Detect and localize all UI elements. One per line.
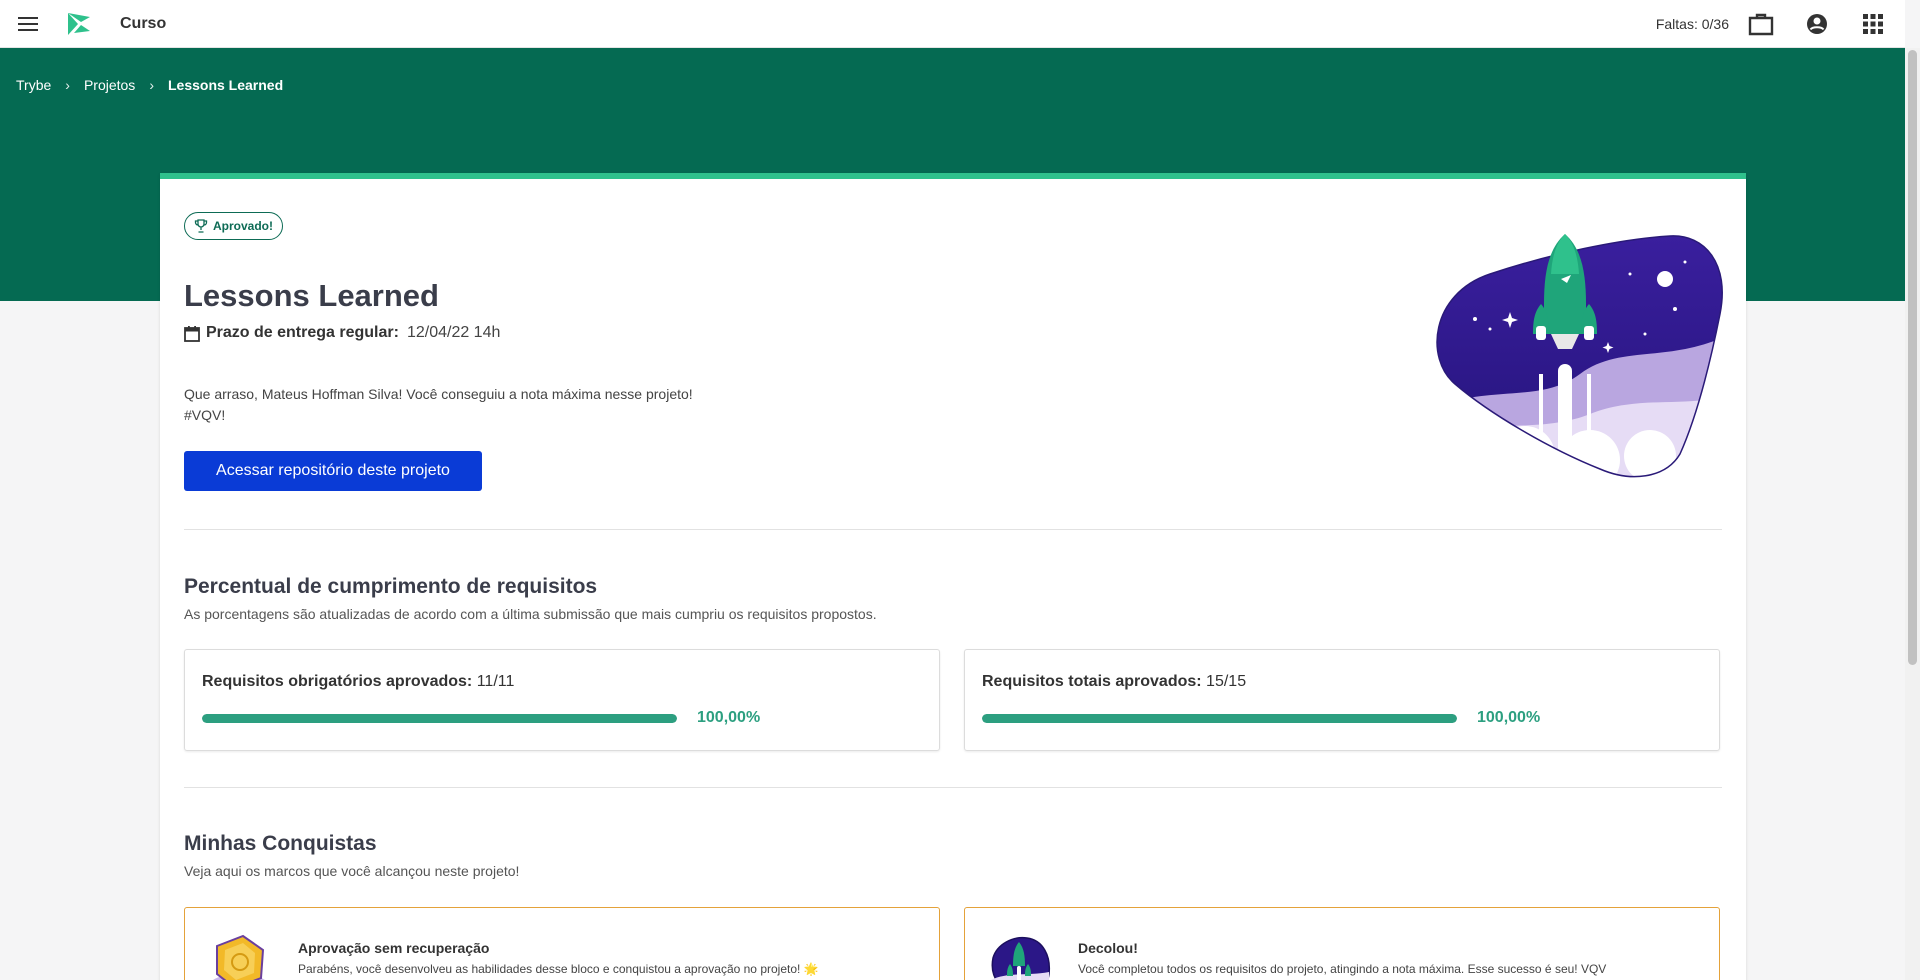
requirements-section-title: Percentual de cumprimento de requisitos xyxy=(184,575,598,598)
achievement-card[interactable]: Aprovação sem recuperação Parabéns, você… xyxy=(184,907,940,980)
apps-grid-icon[interactable] xyxy=(1859,10,1887,38)
page-title: Lessons Learned xyxy=(184,278,439,313)
mandatory-requirements-title: Requisitos obrigatórios aprovados: xyxy=(202,673,473,690)
status-badge: Aprovado! xyxy=(184,212,283,240)
mandatory-requirements-card: Requisitos obrigatórios aprovados: 11/11… xyxy=(184,649,940,751)
rocket-illustration xyxy=(1436,234,1723,478)
breadcrumb-separator: › xyxy=(149,77,154,93)
achievement-description: Você completou todos os requisitos do pr… xyxy=(1078,962,1607,976)
section-divider xyxy=(184,787,1722,788)
total-requirements-card: Requisitos totais aprovados: 15/15 100,0… xyxy=(964,649,1720,751)
deadline-row: Prazo de entrega regular: 12/04/22 14h xyxy=(184,324,500,342)
medal-icon xyxy=(213,934,265,980)
requirements-section-subtitle: As porcentagens são atualizadas de acord… xyxy=(184,606,877,622)
breadcrumb-current: Lessons Learned xyxy=(167,77,284,93)
achievement-description: Parabéns, você desenvolveu as habilidade… xyxy=(298,962,819,976)
deadline-label: Prazo de entrega regular: xyxy=(206,324,399,341)
achievement-title: Decolou! xyxy=(1078,940,1138,956)
total-requirements-title: Requisitos totais aprovados: xyxy=(982,673,1202,690)
top-bar: Curso Faltas: 0/36 xyxy=(0,0,1905,48)
calendar-icon xyxy=(184,325,200,342)
total-requirements-progress-fill xyxy=(982,714,1457,723)
achievements-section-title: Minhas Conquistas xyxy=(184,832,377,855)
mandatory-requirements-percent: 100,00% xyxy=(697,709,761,726)
repository-button[interactable]: Acessar repositório deste projeto xyxy=(184,451,482,491)
deadline-value: 12/04/22 14h xyxy=(406,324,501,341)
congrats-line-1: Que arraso, Mateus Hoffman Silva! Você c… xyxy=(184,386,693,402)
trophy-icon xyxy=(194,219,208,233)
rocket-badge-icon xyxy=(991,936,1051,980)
achievement-card[interactable]: Decolou! Você completou todos os requisi… xyxy=(964,907,1720,980)
section-divider xyxy=(184,529,1722,530)
total-requirements-label: Requisitos totais aprovados: 15/15 xyxy=(982,673,1246,691)
total-requirements-percent: 100,00% xyxy=(1477,709,1541,726)
mandatory-requirements-count: 11/11 xyxy=(476,673,515,690)
congrats-message: Que arraso, Mateus Hoffman Silva! Você c… xyxy=(184,384,693,426)
page-scrollbar[interactable] xyxy=(1905,48,1920,980)
briefcase-icon[interactable] xyxy=(1747,10,1775,38)
absences-counter: Faltas: 0/36 xyxy=(1655,16,1729,32)
congrats-line-2: #VQV! xyxy=(184,407,226,423)
trybe-logo[interactable] xyxy=(64,9,94,39)
achievements-section-subtitle: Veja aqui os marcos que você alcançou ne… xyxy=(184,863,520,879)
menu-icon[interactable] xyxy=(14,10,42,38)
mandatory-requirements-progress-fill xyxy=(202,714,677,723)
status-badge-label: Aprovado! xyxy=(213,219,273,233)
breadcrumb-projetos[interactable]: Projetos xyxy=(84,77,135,93)
breadcrumb-separator: › xyxy=(65,77,70,93)
mandatory-requirements-label: Requisitos obrigatórios aprovados: 11/11 xyxy=(202,673,514,691)
mandatory-requirements-progress xyxy=(202,714,677,723)
app-title[interactable]: Curso xyxy=(120,15,166,33)
project-card: Aprovado! Lessons Learned Prazo de entre… xyxy=(160,173,1746,980)
account-circle-icon[interactable] xyxy=(1803,10,1831,38)
total-requirements-progress xyxy=(982,714,1457,723)
breadcrumb-trybe[interactable]: Trybe xyxy=(16,77,51,93)
total-requirements-count: 15/15 xyxy=(1206,673,1247,690)
achievement-title: Aprovação sem recuperação xyxy=(298,940,490,956)
scrollbar-thumb[interactable] xyxy=(1908,50,1917,665)
breadcrumb: Trybe › Projetos › Lessons Learned xyxy=(16,77,283,93)
